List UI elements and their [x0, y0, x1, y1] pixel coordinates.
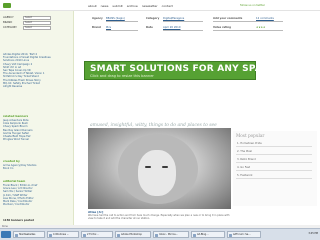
filter-label: CATEGORY [3, 26, 17, 30]
taskbar-item-label: Inbox - Micros... [159, 233, 178, 236]
nav-link-contact[interactable]: contact [162, 4, 173, 8]
taskbar-item[interactable]: Ad-Blog... [191, 231, 225, 238]
taskbar-item-label: Ad-Blog... [197, 233, 209, 236]
popular-title: Most popular [236, 133, 265, 138]
category-value[interactable]: Digital/Paragons [163, 17, 184, 20]
banners-list: Jeep Adventure Ride Coke Kerplunk Rush C… [3, 119, 71, 141]
site-logo[interactable] [3, 3, 11, 8]
photo-face [138, 150, 176, 196]
taskbar-item[interactable]: 2 Fortor... [81, 231, 113, 238]
add-comments-label[interactable]: Add your comments [213, 17, 242, 20]
popular-item[interactable]: 3. Retro Brand [236, 157, 312, 163]
brand-value[interactable]: Pics [106, 26, 111, 29]
photo-eye [162, 166, 168, 168]
taskbar-item[interactable]: Inbox - Micros... [153, 231, 189, 238]
agency-select[interactable]: Select [23, 16, 51, 20]
taskbar-item-label: AdForum: Se... [233, 233, 251, 236]
popular-item[interactable]: 2. The Pixel [236, 149, 312, 155]
latest-list: Adidas Digital 2010, 'Part 4 Foundations… [3, 53, 71, 88]
list-item[interactable]: Pia Ruiz / Contributor [3, 203, 71, 206]
system-clock: 3:45 PM [308, 232, 318, 235]
rating-stars[interactable]: ★★★★ [256, 26, 265, 29]
nav-link-archive[interactable]: archive [127, 4, 138, 8]
category-select[interactable]: Select [23, 26, 51, 30]
popular-item[interactable]: 5. Fieldwork [236, 173, 312, 179]
ad-banner[interactable]: SMART SOLUTIONS FOR ANY SPACE. Click and… [84, 61, 279, 80]
popular-item[interactable]: 1. Hometown Pride [236, 141, 312, 147]
banner-title: SMART SOLUTIONS FOR ANY SPACE. [90, 64, 279, 74]
divider [213, 21, 283, 22]
date-label: Date [146, 26, 153, 29]
taskbar-item-label: 2 Fortor... [87, 233, 99, 236]
left-sidebar: AGENCY Select BRAND Select CATEGORY Sele… [0, 11, 74, 226]
photo-description: We have had the call to action and from … [88, 214, 230, 220]
comments-count[interactable]: 12 comments [256, 17, 274, 20]
app-icon [193, 233, 196, 237]
created-heading: created by [3, 159, 20, 163]
list-item[interactable]: Alright Reverse [3, 85, 71, 88]
banner-subtitle: Click and drag to resize this banner [90, 74, 154, 78]
divider [163, 30, 203, 31]
app-icon [83, 233, 86, 237]
filter-agency: AGENCY Select [3, 16, 51, 20]
taskbar-item[interactable]: 4 Windows ... [47, 231, 79, 238]
list-item[interactable]: Pringles Wind Tunnel [3, 138, 71, 141]
divider [106, 21, 138, 22]
banners-count: 1150 banners posted [3, 219, 34, 222]
agency-label: Agency [92, 17, 103, 20]
nav-links: about news submit archive newsletter con… [88, 4, 173, 8]
brand-label: Brand [92, 26, 101, 29]
filter-label: AGENCY [3, 16, 14, 20]
taskbar-item[interactable]: Startwebsites [13, 231, 45, 238]
editorial-heading: editorial team [3, 179, 26, 183]
category-label: Category [146, 17, 160, 20]
taskbar-item-label: Startwebsites [19, 233, 36, 236]
banners-heading: related banners [3, 114, 29, 118]
list-item[interactable]: Bonk Co [3, 167, 71, 170]
follow-twitter-link[interactable]: follow us on twitter [240, 4, 265, 7]
divider [106, 30, 138, 31]
editorial-list: Frank Black / Editor-in-chief Grace Lee … [3, 184, 71, 206]
divider [163, 21, 203, 22]
date-value: April 20 2010 [163, 26, 181, 29]
nav-link-about[interactable]: about [88, 4, 97, 8]
filter-brand: BRAND Select [3, 21, 51, 25]
agency-value[interactable]: BEANS (Sagiv) [106, 17, 125, 20]
start-button[interactable] [1, 231, 11, 238]
app-icon [49, 233, 52, 237]
banner-info-bar: Agency BEANS (Sagiv) Brand Pics Category… [76, 11, 320, 35]
browser-page: { "nav": { "links": ["about", "news", "s… [0, 0, 320, 240]
featured-photo[interactable] [88, 128, 231, 209]
app-icon [117, 233, 120, 237]
filter-label: BRAND [3, 21, 13, 25]
votes-label: Votes rating [213, 26, 231, 29]
taskbar-item[interactable]: AdForum: Se... [227, 231, 261, 238]
photo-eye [145, 166, 151, 168]
brand-select[interactable]: Select [23, 21, 51, 25]
nav-link-submit[interactable]: submit [112, 4, 122, 8]
created-list: Acme Agency/Clay Studios Bonk Co [3, 164, 71, 170]
nav-link-news[interactable]: news [101, 4, 109, 8]
taskbar-item[interactable]: Adobe Photoshop [115, 231, 151, 238]
filter-category: CATEGORY Select [3, 26, 51, 30]
popular-item[interactable]: 4. Go Fest [236, 165, 312, 171]
app-icon [15, 233, 18, 237]
top-navigation: about news submit archive newsletter con… [0, 0, 320, 11]
divider [213, 30, 283, 31]
app-icon [155, 233, 158, 237]
most-popular-panel: Most popular 1. Hometown Pride 2. The Pi… [233, 131, 317, 206]
app-icon [229, 233, 232, 237]
taskbar-item-label: 4 Windows ... [53, 233, 69, 236]
taskbar-item-label: Adobe Photoshop [121, 233, 142, 236]
windows-taskbar: Startwebsites 4 Windows ... 2 Fortor... … [0, 228, 320, 240]
nav-link-newsletter[interactable]: newsletter [142, 4, 158, 8]
